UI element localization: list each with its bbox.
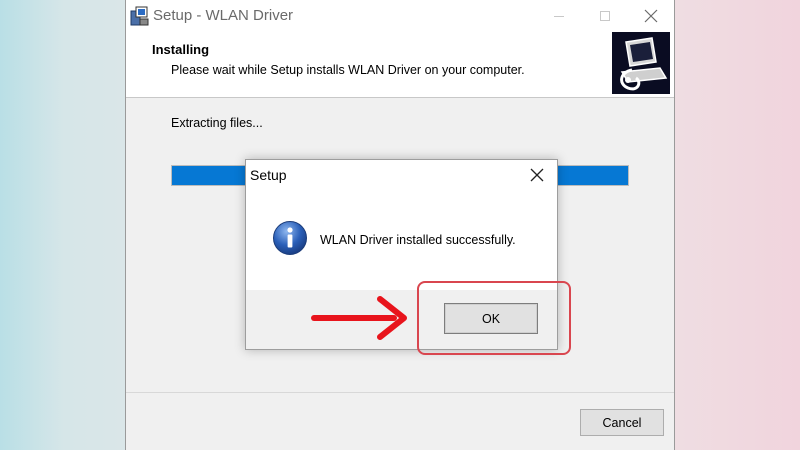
page-title: Installing — [152, 42, 210, 57]
info-icon — [273, 221, 307, 255]
red-arrow-icon — [311, 296, 407, 340]
close-icon — [644, 9, 658, 23]
window-titlebar[interactable]: Setup - WLAN Driver — [126, 0, 674, 32]
status-text: Extracting files... — [171, 116, 263, 130]
computer-setup-logo — [612, 32, 670, 94]
minimize-button[interactable] — [536, 0, 582, 32]
close-button[interactable] — [628, 0, 674, 32]
ok-highlight-box — [417, 281, 571, 355]
dialog-title: Setup — [250, 167, 287, 183]
header-panel: Installing Please wait while Setup insta… — [126, 32, 674, 98]
setup-installer-icon — [130, 6, 149, 26]
window-title: Setup - WLAN Driver — [153, 7, 294, 24]
maximize-button[interactable] — [582, 0, 628, 32]
page-subtitle: Please wait while Setup installs WLAN Dr… — [171, 63, 525, 77]
dialog-close-icon[interactable] — [526, 166, 548, 184]
footer-divider — [126, 392, 674, 393]
maximize-icon — [600, 11, 610, 21]
cancel-button[interactable]: Cancel — [580, 409, 664, 436]
dialog-message: WLAN Driver installed successfully. — [320, 233, 516, 247]
minimize-icon — [554, 16, 564, 17]
dialog-titlebar[interactable]: Setup — [246, 160, 557, 190]
dialog-body: WLAN Driver installed successfully. — [246, 190, 557, 290]
